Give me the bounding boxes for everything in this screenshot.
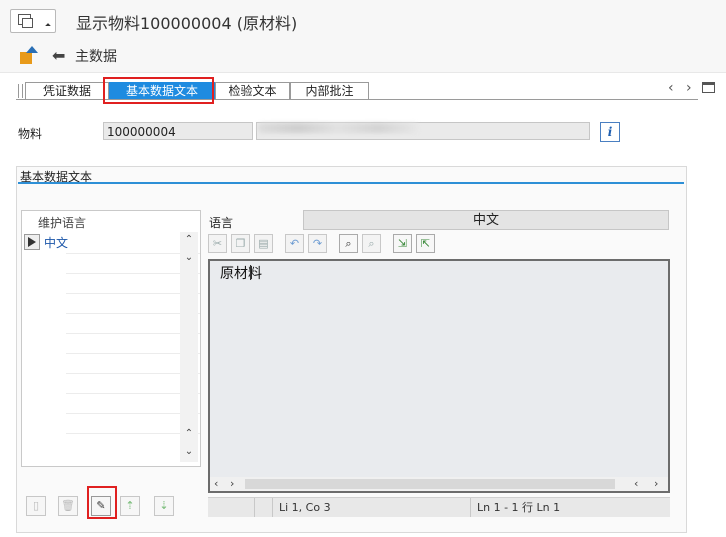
tab-list-icon[interactable] xyxy=(702,82,715,93)
window-title: 显示物料100000004 (原材料) xyxy=(76,14,298,33)
dropdown-triangle-icon xyxy=(45,23,51,29)
text-caret xyxy=(250,265,251,280)
maintained-languages-header: 维护语言 xyxy=(38,216,87,230)
info-icon[interactable]: i xyxy=(600,122,620,142)
redacted-description xyxy=(258,123,418,133)
tab-scroll-marker-icon xyxy=(18,84,23,98)
material-label: 物料 xyxy=(18,127,43,141)
tab-next-icon[interactable]: › xyxy=(686,80,692,96)
tab-prev-icon[interactable]: ‹ xyxy=(668,80,674,96)
material-number-field[interactable]: 100000004 xyxy=(103,122,253,140)
group-title-underline xyxy=(18,182,684,184)
scrollbar-thumb[interactable] xyxy=(245,479,615,489)
main-data-button[interactable]: 主数据 xyxy=(75,46,117,66)
chevron-right-icon[interactable]: › xyxy=(230,477,234,490)
copy-icon[interactable]: ❐ xyxy=(231,234,250,253)
language-field: 中文 xyxy=(303,210,669,230)
editor-status-bar: Li 1, Co 3 Ln 1 - 1 行 Ln 1 xyxy=(208,497,670,517)
chevron-down-icon[interactable]: ⌄ xyxy=(180,446,198,457)
tab-document-data[interactable]: 凭证数据 xyxy=(25,82,109,100)
text-editor[interactable] xyxy=(208,259,670,493)
other-material-icon[interactable] xyxy=(18,46,38,64)
back-arrow-icon[interactable]: ⬅ xyxy=(52,46,65,65)
window-menu-icon xyxy=(18,14,33,28)
cursor-position: Li 1, Co 3 xyxy=(272,498,469,517)
highlight-box-tab xyxy=(103,77,214,104)
upload-icon[interactable]: ⇡ xyxy=(120,496,140,516)
menu-button[interactable] xyxy=(10,9,56,33)
highlight-box-edit xyxy=(87,486,117,519)
tab-inspection-text[interactable]: 检验文本 xyxy=(215,82,290,100)
editor-content: 原材料 xyxy=(220,266,262,282)
chevron-up-icon[interactable]: ⌃ xyxy=(180,428,198,439)
paste-icon[interactable]: ▤ xyxy=(254,234,273,253)
find-next-icon[interactable]: ⌕ xyxy=(362,234,381,253)
find-icon[interactable]: ⌕ xyxy=(339,234,358,253)
chevron-left-icon[interactable]: ‹ xyxy=(214,477,218,490)
chevron-left-icon[interactable]: ‹ xyxy=(634,477,638,490)
download-icon[interactable]: ⇣ xyxy=(154,496,174,516)
list-vertical-scrollbar[interactable]: ⌃ ⌄ ⌃ ⌄ xyxy=(180,232,198,462)
row-selector-icon[interactable] xyxy=(24,234,40,250)
delete-icon[interactable]: 🗑 xyxy=(58,496,78,516)
list-item-chinese[interactable]: 中文 xyxy=(44,234,68,251)
language-label: 语言 xyxy=(209,216,234,230)
chevron-up-icon[interactable]: ⌃ xyxy=(180,234,198,245)
new-document-icon[interactable]: ▯ xyxy=(26,496,46,516)
chevron-right-icon[interactable]: › xyxy=(654,477,658,490)
tab-internal-comment[interactable]: 内部批注 xyxy=(290,82,369,100)
cut-icon[interactable]: ✂ xyxy=(208,234,227,253)
import-icon[interactable]: ⇲ xyxy=(393,234,412,253)
export-icon[interactable]: ⇱ xyxy=(416,234,435,253)
line-info: Ln 1 - 1 行 Ln 1 xyxy=(470,498,667,517)
undo-icon[interactable]: ↶ xyxy=(285,234,304,253)
chevron-down-icon[interactable]: ⌄ xyxy=(180,252,198,263)
redo-icon[interactable]: ↷ xyxy=(308,234,327,253)
